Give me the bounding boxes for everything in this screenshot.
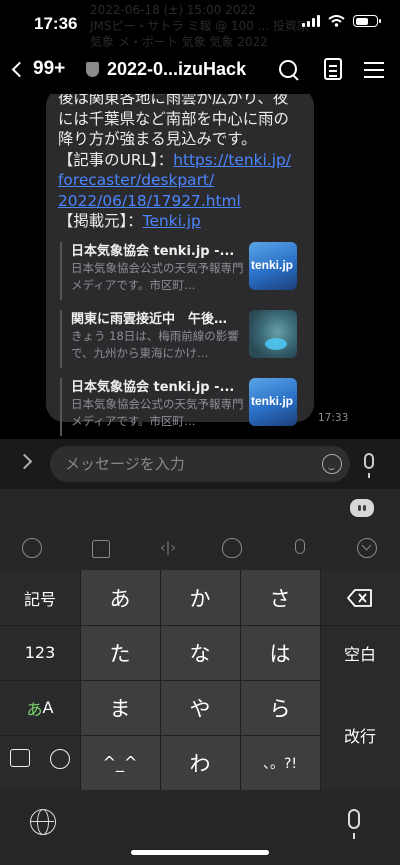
expand-chevron-icon[interactable]: [16, 453, 33, 470]
key-kaomoji[interactable]: ^_^: [80, 735, 160, 790]
emoji-face-icon[interactable]: [50, 749, 70, 769]
link-preview[interactable]: 日本気象協会 tenki.jp -... 日本気象協会公式の天気予報専門メディア…: [58, 240, 302, 302]
key-wa[interactable]: わ: [160, 735, 240, 790]
message-input-bar: [0, 439, 400, 489]
dictation-mic-icon[interactable]: [348, 809, 360, 839]
battery-icon: [353, 15, 381, 27]
unread-count: 99+: [33, 58, 66, 79]
cellular-signal-icon: [302, 15, 320, 27]
preview-thumbnail: tenki.jp: [249, 377, 297, 426]
url-label: 【記事のURL】：: [58, 150, 174, 169]
preview-thumbnail-map: [249, 309, 297, 358]
search-icon[interactable]: [277, 58, 301, 82]
kana-label: あ: [26, 699, 43, 719]
status-icons: [302, 15, 381, 27]
key-symbols[interactable]: 記号: [0, 570, 80, 625]
article-link-cont[interactable]: 2022/06/18/17927.html: [58, 192, 241, 210]
chat-title[interactable]: 2022-0...izuHack: [86, 59, 246, 80]
url-line: 【記事のURL】：https://tenki.jp/: [58, 150, 302, 171]
enter-key[interactable]: 改行: [320, 680, 400, 790]
status-time: 17:36: [34, 14, 78, 33]
voice-input-icon[interactable]: [290, 538, 310, 558]
chat-area[interactable]: 後は関東各地に雨雲が広がり、夜 には千葉県など南部を中心に雨の 降り方が強まる見…: [0, 94, 400, 439]
key-ta[interactable]: た: [80, 625, 160, 680]
message-line: 降り方が強まる見込みです。: [58, 130, 257, 148]
source-link[interactable]: Tenki.jp: [143, 212, 201, 230]
keyboard-toolbar: ‹|›: [0, 533, 400, 563]
microphone-icon[interactable]: [364, 453, 374, 478]
thumbnail-logo-text: tenki.jp: [251, 257, 294, 272]
link-preview[interactable]: 日本気象協会 tenki.jp -... 日本気象協会公式の天気予報専門メディア…: [58, 376, 302, 438]
message-line: 後は関東各地に雨雲が広がり、夜: [58, 94, 289, 107]
preview-title: 日本気象協会 tenki.jp -...: [71, 243, 235, 259]
line-keyboard-icon[interactable]: [350, 499, 374, 517]
space-key[interactable]: 空白: [320, 625, 400, 680]
key-ha[interactable]: は: [240, 625, 320, 680]
home-indicator: [131, 850, 269, 855]
message-line: には千葉県など南部を中心に雨の: [58, 109, 289, 128]
key-na[interactable]: な: [160, 625, 240, 680]
key-a[interactable]: あ: [80, 570, 160, 625]
radar-blob: [265, 337, 287, 350]
message-timestamp: 17:33: [318, 412, 349, 424]
preview-bar: [60, 309, 62, 368]
keyboard: ‹|› 記号 123 あA あ か さ た な は ま や ら ^_^ わ 、。…: [0, 489, 400, 865]
link-preview[interactable]: 関東に雨雲接近中 午後… きょう 18日は、梅雨前線の影響で、九州から東海にかけ…: [58, 308, 302, 370]
sticker-icon[interactable]: [222, 538, 242, 558]
key-sa[interactable]: さ: [240, 570, 320, 625]
menu-icon[interactable]: [362, 58, 386, 82]
preview-title: 関東に雨雲接近中 午後…: [71, 311, 228, 327]
cursor-move-icon[interactable]: ‹|›: [158, 538, 178, 558]
thumbnail-logo-text: tenki.jp: [251, 393, 294, 408]
message-text: 後は関東各地に雨雲が広がり、夜 には千葉県など南部を中心に雨の 降り方が強まる見…: [58, 94, 302, 232]
key-ya[interactable]: や: [160, 680, 240, 735]
preview-bar: [60, 241, 62, 300]
chat-header: 99+ 2022-0...izuHack: [0, 50, 400, 94]
preview-bar: [60, 377, 62, 436]
key-kana-toggle[interactable]: あA: [0, 680, 80, 735]
preview-description: 日本気象協会公式の天気予報専門メディアです。市区町…: [71, 260, 244, 292]
preview-description: きょう 18日は、梅雨前線の影響で、九州から東海にかけ…: [71, 328, 239, 360]
alpha-label: A: [42, 698, 54, 717]
preview-thumbnail: tenki.jp: [249, 241, 297, 290]
theme-icon[interactable]: [90, 538, 110, 558]
collapse-keyboard-icon[interactable]: [357, 538, 377, 558]
key-ka[interactable]: か: [160, 570, 240, 625]
preview-description: 日本気象協会公式の天気予報専門メディアです。市区町…: [71, 396, 244, 428]
header-actions: [277, 58, 386, 82]
background-ghost-text: 2022-06-18 (±) 15:00 2022 JMSピー・サトラ ミ報 @…: [90, 3, 309, 49]
chevron-left-icon: [11, 61, 28, 77]
key-punctuation[interactable]: 、。?!: [240, 735, 320, 790]
article-link-cont[interactable]: forecaster/deskpart/: [58, 171, 214, 189]
source-line: 【掲載元】：Tenki.jp: [58, 211, 302, 232]
backspace-icon: [347, 588, 372, 607]
key-numbers[interactable]: 123: [0, 625, 80, 680]
article-link[interactable]: https://tenki.jp/: [173, 151, 291, 169]
key-ma[interactable]: ま: [80, 680, 160, 735]
emoji-icon[interactable]: [322, 454, 342, 474]
wifi-icon: [328, 15, 345, 27]
preview-title: 日本気象協会 tenki.jp -...: [71, 379, 235, 395]
source-label: 【掲載元】：: [58, 212, 143, 230]
shield-icon: [86, 62, 99, 77]
message-input[interactable]: [50, 446, 350, 482]
memo-icon[interactable]: [10, 749, 30, 767]
back-button[interactable]: 99+: [11, 58, 66, 80]
globe-icon[interactable]: [30, 809, 56, 835]
chat-title-text: 2022-0...izuHack: [107, 59, 247, 79]
notes-icon[interactable]: [324, 58, 342, 80]
backspace-key[interactable]: [320, 570, 400, 625]
message-bubble[interactable]: 後は関東各地に雨雲が広がり、夜 には千葉県など南部を中心に雨の 降り方が強まる見…: [46, 94, 314, 436]
chat-bubble-icon[interactable]: [22, 538, 42, 558]
key-ra[interactable]: ら: [240, 680, 320, 735]
status-bar: 2022-06-18 (±) 15:00 2022 JMSピー・サトラ ミ報 @…: [0, 0, 400, 50]
